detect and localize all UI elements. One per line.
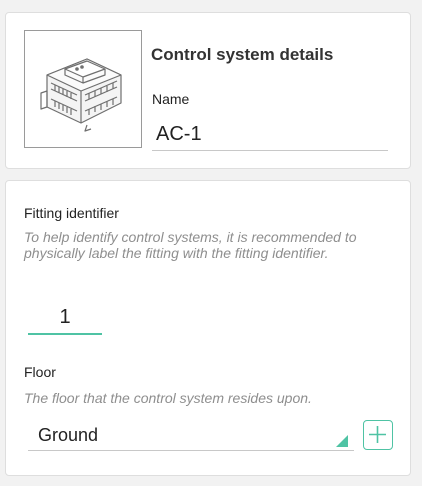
fitting-identifier-input[interactable] (28, 301, 102, 335)
floor-label: Floor (24, 364, 56, 380)
dropdown-arrow-icon (336, 435, 348, 447)
plus-icon (369, 426, 386, 443)
name-input[interactable] (152, 119, 388, 151)
fitting-identifier-label: Fitting identifier (24, 205, 119, 221)
add-floor-button[interactable] (363, 420, 393, 450)
floor-selected-value: Ground (38, 425, 99, 445)
control-system-details-card: Control system details Name (5, 12, 411, 169)
details-title: Control system details (151, 45, 334, 64)
name-label: Name (152, 91, 190, 107)
floor-select[interactable]: Ground (28, 421, 354, 451)
floor-help: The floor that the control system reside… (24, 390, 312, 406)
din-rail-controller-icon (40, 58, 122, 132)
fitting-and-floor-card: Fitting identifier To help identify cont… (5, 180, 411, 476)
device-image (24, 30, 142, 148)
fitting-identifier-help: To help identify control systems, it is … (24, 229, 357, 261)
